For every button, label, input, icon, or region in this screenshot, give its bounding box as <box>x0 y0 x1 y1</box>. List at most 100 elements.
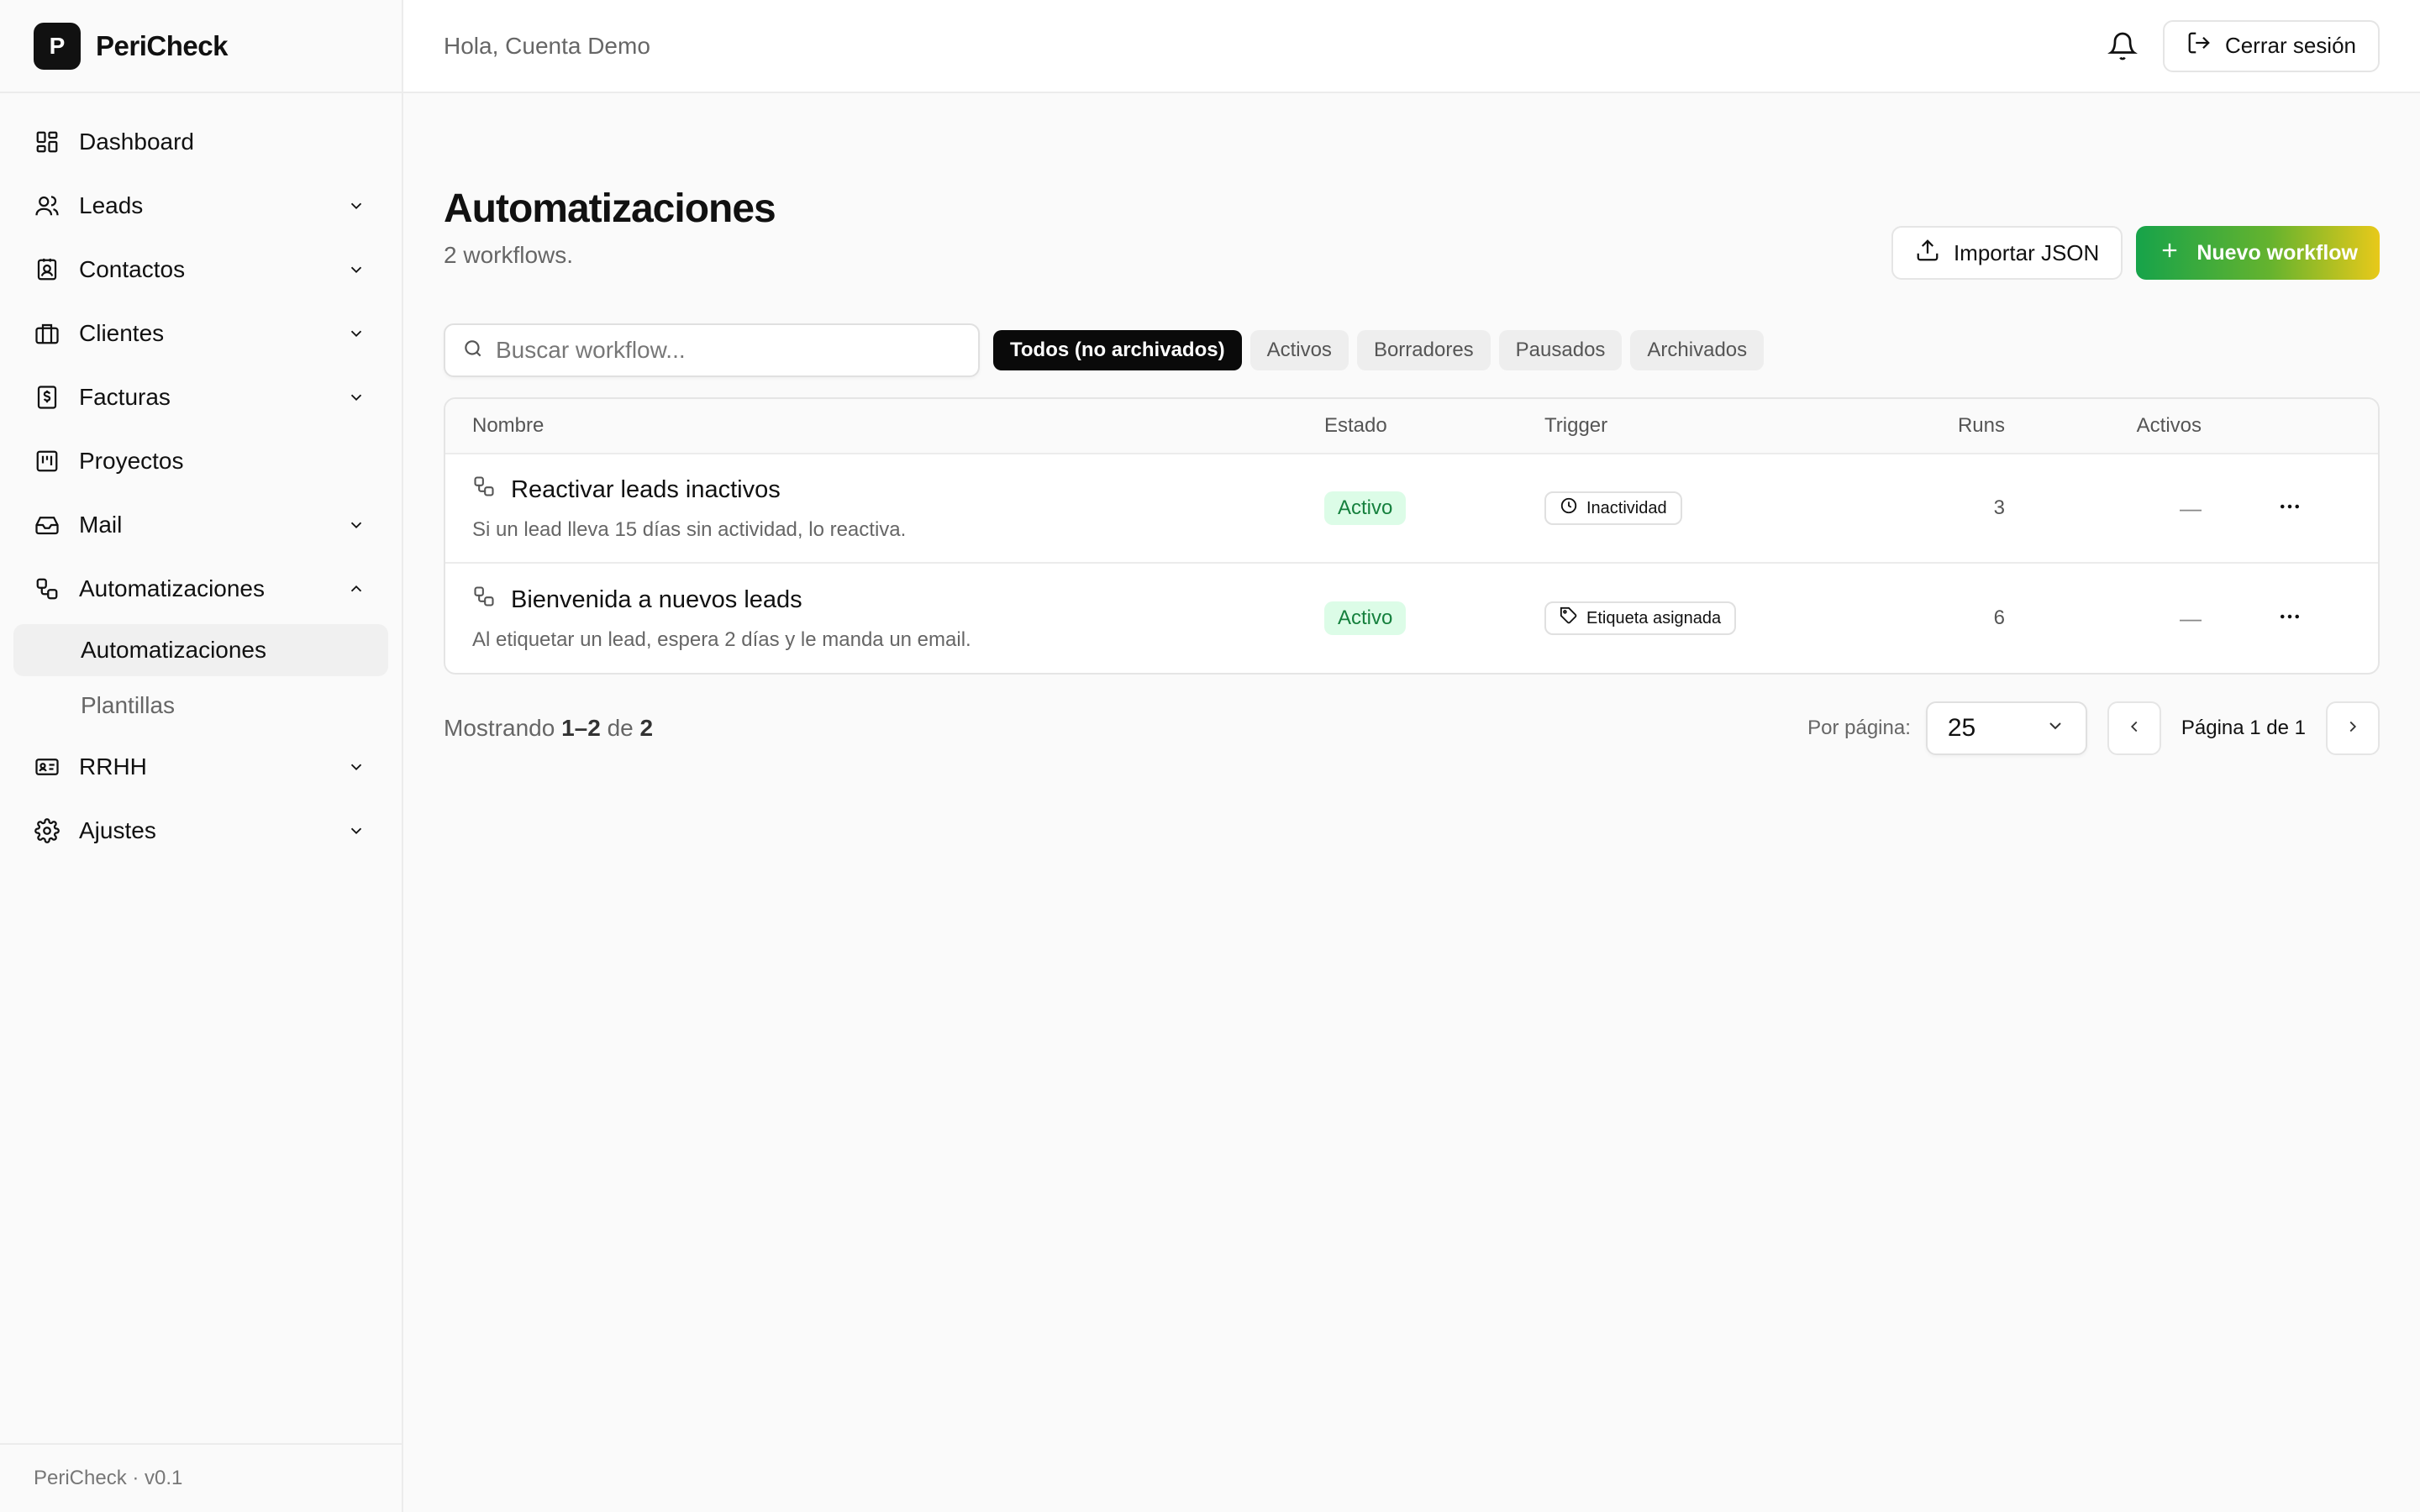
workflow-description: Si un lead lleva 15 días sin actividad, … <box>472 518 907 541</box>
page-header: Automatizaciones 2 workflows. Importar J… <box>444 93 2380 280</box>
sidebar-item-clientes[interactable]: Clientes <box>0 302 402 365</box>
sidebar: P PeriCheck Dashboard Leads Contactos Cl… <box>0 0 403 1512</box>
header-trigger[interactable]: Trigger <box>1544 414 1882 438</box>
more-horizontal-icon <box>2277 494 2302 523</box>
clock-icon <box>1560 496 1578 520</box>
chevron-down-icon[interactable] <box>345 755 368 779</box>
filter-archivados[interactable]: Archivados <box>1630 330 1765 370</box>
sidebar-subitem-automatizaciones[interactable]: Automatizaciones <box>13 624 388 676</box>
table-header: Nombre Estado Trigger Runs Activos <box>445 399 2378 454</box>
chevron-down-icon[interactable] <box>345 322 368 345</box>
sidebar-item-label: Mail <box>79 512 123 538</box>
chevron-down-icon[interactable] <box>345 513 368 537</box>
sidebar-item-label: Dashboard <box>79 129 194 155</box>
page-subtitle: 2 workflows. <box>444 242 574 268</box>
sidebar-item-label: RRHH <box>79 753 147 780</box>
topbar: Hola, Cuenta Demo Cerrar sesión <box>403 0 2420 93</box>
table-row[interactable]: Reactivar leads inactivos Si un lead lle… <box>445 454 2378 564</box>
header-estado[interactable]: Estado <box>1324 414 1544 438</box>
workflow-title[interactable]: Reactivar leads inactivos <box>472 475 1324 505</box>
prev-page-button[interactable] <box>2107 701 2161 755</box>
sidebar-item-rrhh[interactable]: RRHH <box>0 735 402 799</box>
runs-cell: 6 <box>1993 606 2005 629</box>
search-input[interactable] <box>496 337 961 364</box>
briefcase-icon <box>34 320 60 347</box>
search-box[interactable] <box>444 323 980 377</box>
logout-icon <box>2186 30 2212 61</box>
sidebar-item-label: Proyectos <box>79 448 184 474</box>
brand[interactable]: P PeriCheck <box>0 0 402 93</box>
sidebar-item-mail[interactable]: Mail <box>0 493 402 557</box>
sidebar-item-contactos[interactable]: Contactos <box>0 238 402 302</box>
sidebar-item-proyectos[interactable]: Proyectos <box>0 429 402 493</box>
upload-icon <box>1915 238 1940 269</box>
inbox-icon <box>34 512 60 538</box>
chevron-down-icon[interactable] <box>345 819 368 843</box>
import-json-label: Importar JSON <box>1953 239 2100 265</box>
contact-card-icon <box>34 256 60 283</box>
chevron-down-icon[interactable] <box>345 194 368 218</box>
trigger-label: Etiqueta asignada <box>1586 608 1722 627</box>
header-activos[interactable]: Activos <box>2005 414 2202 438</box>
per-page-label: Por página: <box>1807 717 1911 739</box>
header-nombre[interactable]: Nombre <box>445 414 1324 438</box>
workflows-table: Nombre Estado Trigger Runs Activos React… <box>444 397 2380 675</box>
runs-cell: 3 <box>1993 496 2005 519</box>
page-actions: Importar JSON Nuevo workflow <box>1891 226 2380 280</box>
sidebar-item-label: Automatizaciones <box>79 575 266 601</box>
header-runs[interactable]: Runs <box>1882 414 2005 438</box>
chevron-down-icon[interactable] <box>345 386 368 409</box>
brand-logo: P <box>34 22 81 70</box>
sidebar-item-label: Ajustes <box>79 817 156 843</box>
tag-icon <box>1560 606 1578 630</box>
title-block: Automatizaciones 2 workflows. <box>444 93 776 269</box>
trigger-label: Inactividad <box>1586 498 1667 517</box>
sidebar-item-label: Clientes <box>79 320 165 346</box>
sidebar-item-automatizaciones[interactable]: Automatizaciones <box>0 557 402 621</box>
filter-all[interactable]: Todos (no archivados) <box>993 330 1242 370</box>
invoice-icon <box>34 384 60 411</box>
sidebar-item-facturas[interactable]: Facturas <box>0 365 402 429</box>
next-page-button[interactable] <box>2326 701 2380 755</box>
sidebar-subitem-plantillas[interactable]: Plantillas <box>13 680 388 732</box>
status-filters: Todos (no archivados) Activos Borradores… <box>993 330 1765 370</box>
row-menu-button[interactable] <box>2202 604 2378 633</box>
showing-prefix: Mostrando <box>444 715 555 741</box>
sidebar-item-ajustes[interactable]: Ajustes <box>0 799 402 863</box>
table-row[interactable]: Bienvenida a nuevos leads Al etiquetar u… <box>445 564 2378 673</box>
workflow-description: Al etiquetar un lead, espera 2 días y le… <box>472 628 971 651</box>
row-menu-button[interactable] <box>2202 494 2378 523</box>
new-workflow-button[interactable]: Nuevo workflow <box>2136 226 2380 280</box>
chevron-up-icon[interactable] <box>345 577 368 601</box>
workflow-icon <box>472 585 496 615</box>
chevron-down-icon <box>2045 714 2065 743</box>
per-page-select[interactable]: 25 <box>1925 701 2087 755</box>
app-version: PeriCheck · v0.1 <box>0 1443 402 1512</box>
filter-pausados[interactable]: Pausados <box>1498 330 1623 370</box>
users-icon <box>34 192 60 219</box>
activos-cell: — <box>2180 495 2202 521</box>
status-cell: Activo <box>1324 601 1544 635</box>
plus-icon <box>2158 239 2181 268</box>
bell-icon[interactable] <box>2102 26 2143 66</box>
page-indicator: Página 1 de 1 <box>2181 717 2306 739</box>
sidebar-item-dashboard[interactable]: Dashboard <box>0 110 402 174</box>
status-badge: Activo <box>1324 491 1407 525</box>
workflow-name-cell: Reactivar leads inactivos Si un lead lle… <box>445 475 1324 542</box>
import-json-button[interactable]: Importar JSON <box>1891 226 2123 280</box>
filter-borradores[interactable]: Borradores <box>1356 330 1491 370</box>
filter-bar: Todos (no archivados) Activos Borradores… <box>444 323 2380 377</box>
sidebar-item-leads[interactable]: Leads <box>0 174 402 238</box>
trigger-cell: Etiqueta asignada <box>1544 601 1882 635</box>
workflow-title[interactable]: Bienvenida a nuevos leads <box>472 585 1324 615</box>
kanban-icon <box>34 448 60 475</box>
main-area: Hola, Cuenta Demo Cerrar sesión Automati… <box>403 0 2420 1512</box>
filter-activos[interactable]: Activos <box>1249 330 1349 370</box>
showing-total: 2 <box>639 715 654 741</box>
search-icon <box>462 338 484 364</box>
new-workflow-label: Nuevo workflow <box>2196 240 2358 265</box>
chevron-down-icon[interactable] <box>345 258 368 281</box>
activos-cell: — <box>2180 605 2202 631</box>
logout-button[interactable]: Cerrar sesión <box>2162 19 2380 72</box>
per-page-value: 25 <box>1947 714 1976 742</box>
